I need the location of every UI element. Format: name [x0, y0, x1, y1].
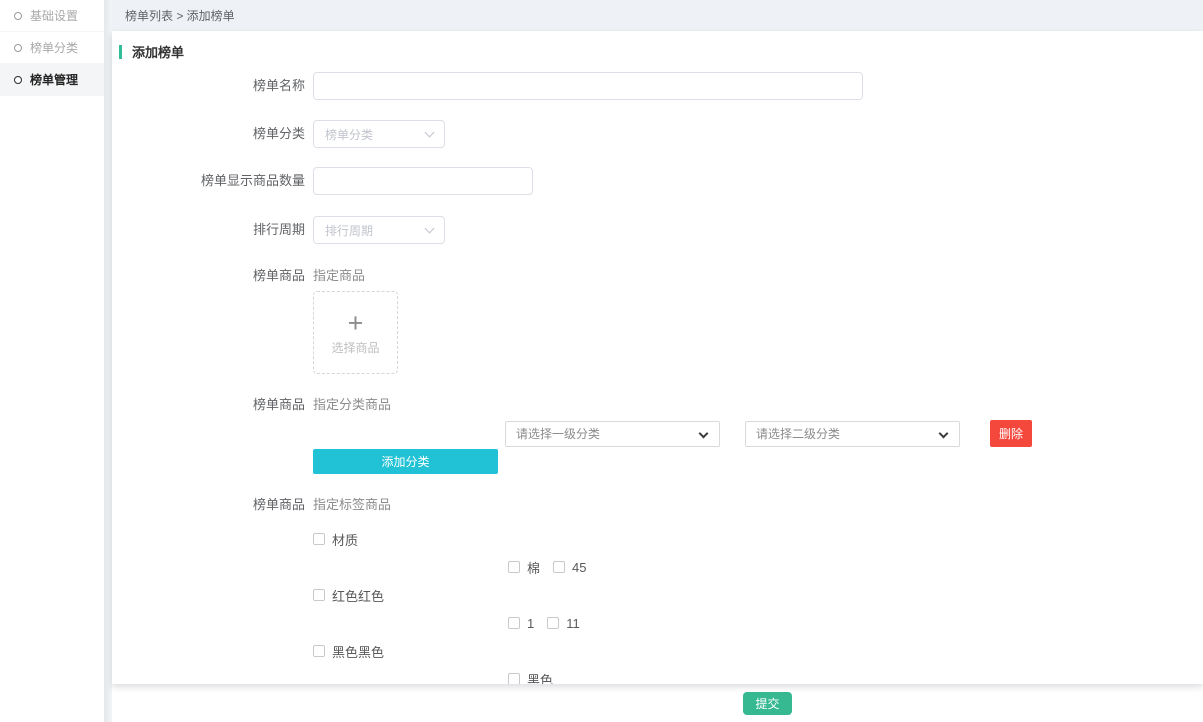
tag-group-row: 黑色黑色	[313, 644, 599, 658]
add-rank-form: 榜单名称 榜单分类 榜单分类 榜单显示商品数量	[112, 72, 1203, 684]
form-row-tag-goods: 榜单商品 指定标签商品 材质 棉	[112, 497, 1203, 684]
display-count-input[interactable]	[313, 167, 533, 195]
tag-option-label: 11	[566, 616, 580, 631]
tag-group-name: 材质	[332, 530, 358, 549]
title-accent-bar	[119, 45, 122, 59]
form-row-category: 榜单分类 榜单分类	[112, 120, 1203, 148]
checkbox[interactable]	[313, 533, 325, 545]
tag-option-label: 1	[527, 616, 534, 631]
sidebar-item-basic-settings[interactable]: 基础设置	[0, 0, 104, 32]
select-placeholder: 榜单分类	[325, 126, 373, 143]
display-count-label: 榜单显示商品数量	[112, 167, 305, 195]
chevron-down-icon	[425, 127, 435, 137]
footer-bar: 提交	[112, 684, 1203, 722]
tag-group-name: 黑色黑色	[332, 642, 384, 661]
name-label: 榜单名称	[112, 72, 305, 100]
tag-goods-sublabel: 指定标签商品	[313, 497, 599, 513]
form-row-specified-goods: 榜单商品 指定商品 + 选择商品	[112, 268, 1203, 374]
sidebar-item-label: 榜单管理	[30, 71, 78, 88]
rank-period-select[interactable]: 排行周期	[313, 216, 445, 244]
section-title: 添加榜单	[112, 31, 1203, 61]
picker-text: 选择商品	[331, 339, 379, 356]
sidebar: 基础设置 榜单分类 榜单管理	[0, 0, 104, 722]
tag-group-row: 红色红色	[313, 588, 599, 602]
main-area: 榜单列表 > 添加榜单 添加榜单 榜单名称 榜单分类 榜单分类	[112, 0, 1203, 722]
form-row-display-count: 榜单显示商品数量	[112, 167, 1203, 195]
category-label: 榜单分类	[112, 120, 305, 148]
form-row-category-goods: 榜单商品 指定分类商品 请选择一级分类 请选择二级分类 删除	[112, 397, 1203, 474]
goods-label: 榜单商品	[112, 397, 305, 474]
form-row-period: 排行周期 排行周期	[112, 216, 1203, 244]
checkbox[interactable]	[313, 589, 325, 601]
submit-button[interactable]: 提交	[743, 692, 792, 715]
level2-category-select[interactable]: 请选择二级分类	[745, 421, 960, 447]
level1-category-select[interactable]: 请选择一级分类	[505, 421, 720, 447]
checkbox[interactable]	[508, 673, 520, 684]
radio-circle-icon	[14, 12, 22, 20]
sidebar-item-rank-management[interactable]: 榜单管理	[0, 64, 104, 96]
tag-option-label: 棉	[527, 558, 540, 577]
checkbox[interactable]	[313, 645, 325, 657]
category-select-row: 请选择一级分类 请选择二级分类 删除	[505, 420, 1032, 447]
select-placeholder: 排行周期	[325, 222, 373, 239]
chevron-down-icon	[425, 223, 435, 233]
breadcrumb[interactable]: 榜单列表 > 添加榜单	[112, 0, 1203, 31]
category-goods-sublabel: 指定分类商品	[313, 397, 1032, 413]
radio-circle-icon	[14, 44, 22, 52]
page-title: 添加榜单	[132, 42, 184, 61]
specified-goods-sublabel: 指定商品	[313, 268, 398, 284]
goods-label: 榜单商品	[112, 268, 305, 374]
add-category-button[interactable]: 添加分类	[313, 449, 498, 474]
select-placeholder: 请选择二级分类	[756, 425, 840, 442]
goods-label: 榜单商品	[112, 497, 305, 684]
chevron-down-icon	[939, 428, 949, 438]
content-card: 添加榜单 榜单名称 榜单分类 榜单分类	[112, 31, 1203, 684]
rank-category-select[interactable]: 榜单分类	[313, 120, 445, 148]
plus-icon: +	[348, 310, 364, 336]
checkbox[interactable]	[553, 561, 565, 573]
sidebar-divider	[104, 0, 112, 722]
tag-group-row: 材质	[313, 532, 599, 546]
tag-group-name: 红色红色	[332, 586, 384, 605]
radio-circle-icon	[14, 76, 22, 84]
sidebar-item-label: 榜单分类	[30, 39, 78, 56]
checkbox[interactable]	[547, 617, 559, 629]
form-row-name: 榜单名称	[112, 72, 1203, 100]
select-placeholder: 请选择一级分类	[516, 425, 600, 442]
period-label: 排行周期	[112, 216, 305, 244]
tag-option-label: 黑色	[527, 670, 553, 685]
sidebar-item-label: 基础设置	[30, 7, 78, 24]
checkbox[interactable]	[508, 561, 520, 573]
tag-options-row: 棉 45	[508, 560, 599, 574]
tag-option-label: 45	[572, 560, 586, 575]
sidebar-item-rank-category[interactable]: 榜单分类	[0, 32, 104, 64]
chevron-down-icon	[699, 428, 709, 438]
rank-name-input[interactable]	[313, 72, 863, 100]
tag-options-row: 黑色	[508, 672, 599, 684]
delete-category-button[interactable]: 删除	[990, 420, 1032, 447]
select-goods-picker[interactable]: + 选择商品	[313, 291, 398, 374]
checkbox[interactable]	[508, 617, 520, 629]
tag-options-row: 1 11	[508, 616, 599, 630]
